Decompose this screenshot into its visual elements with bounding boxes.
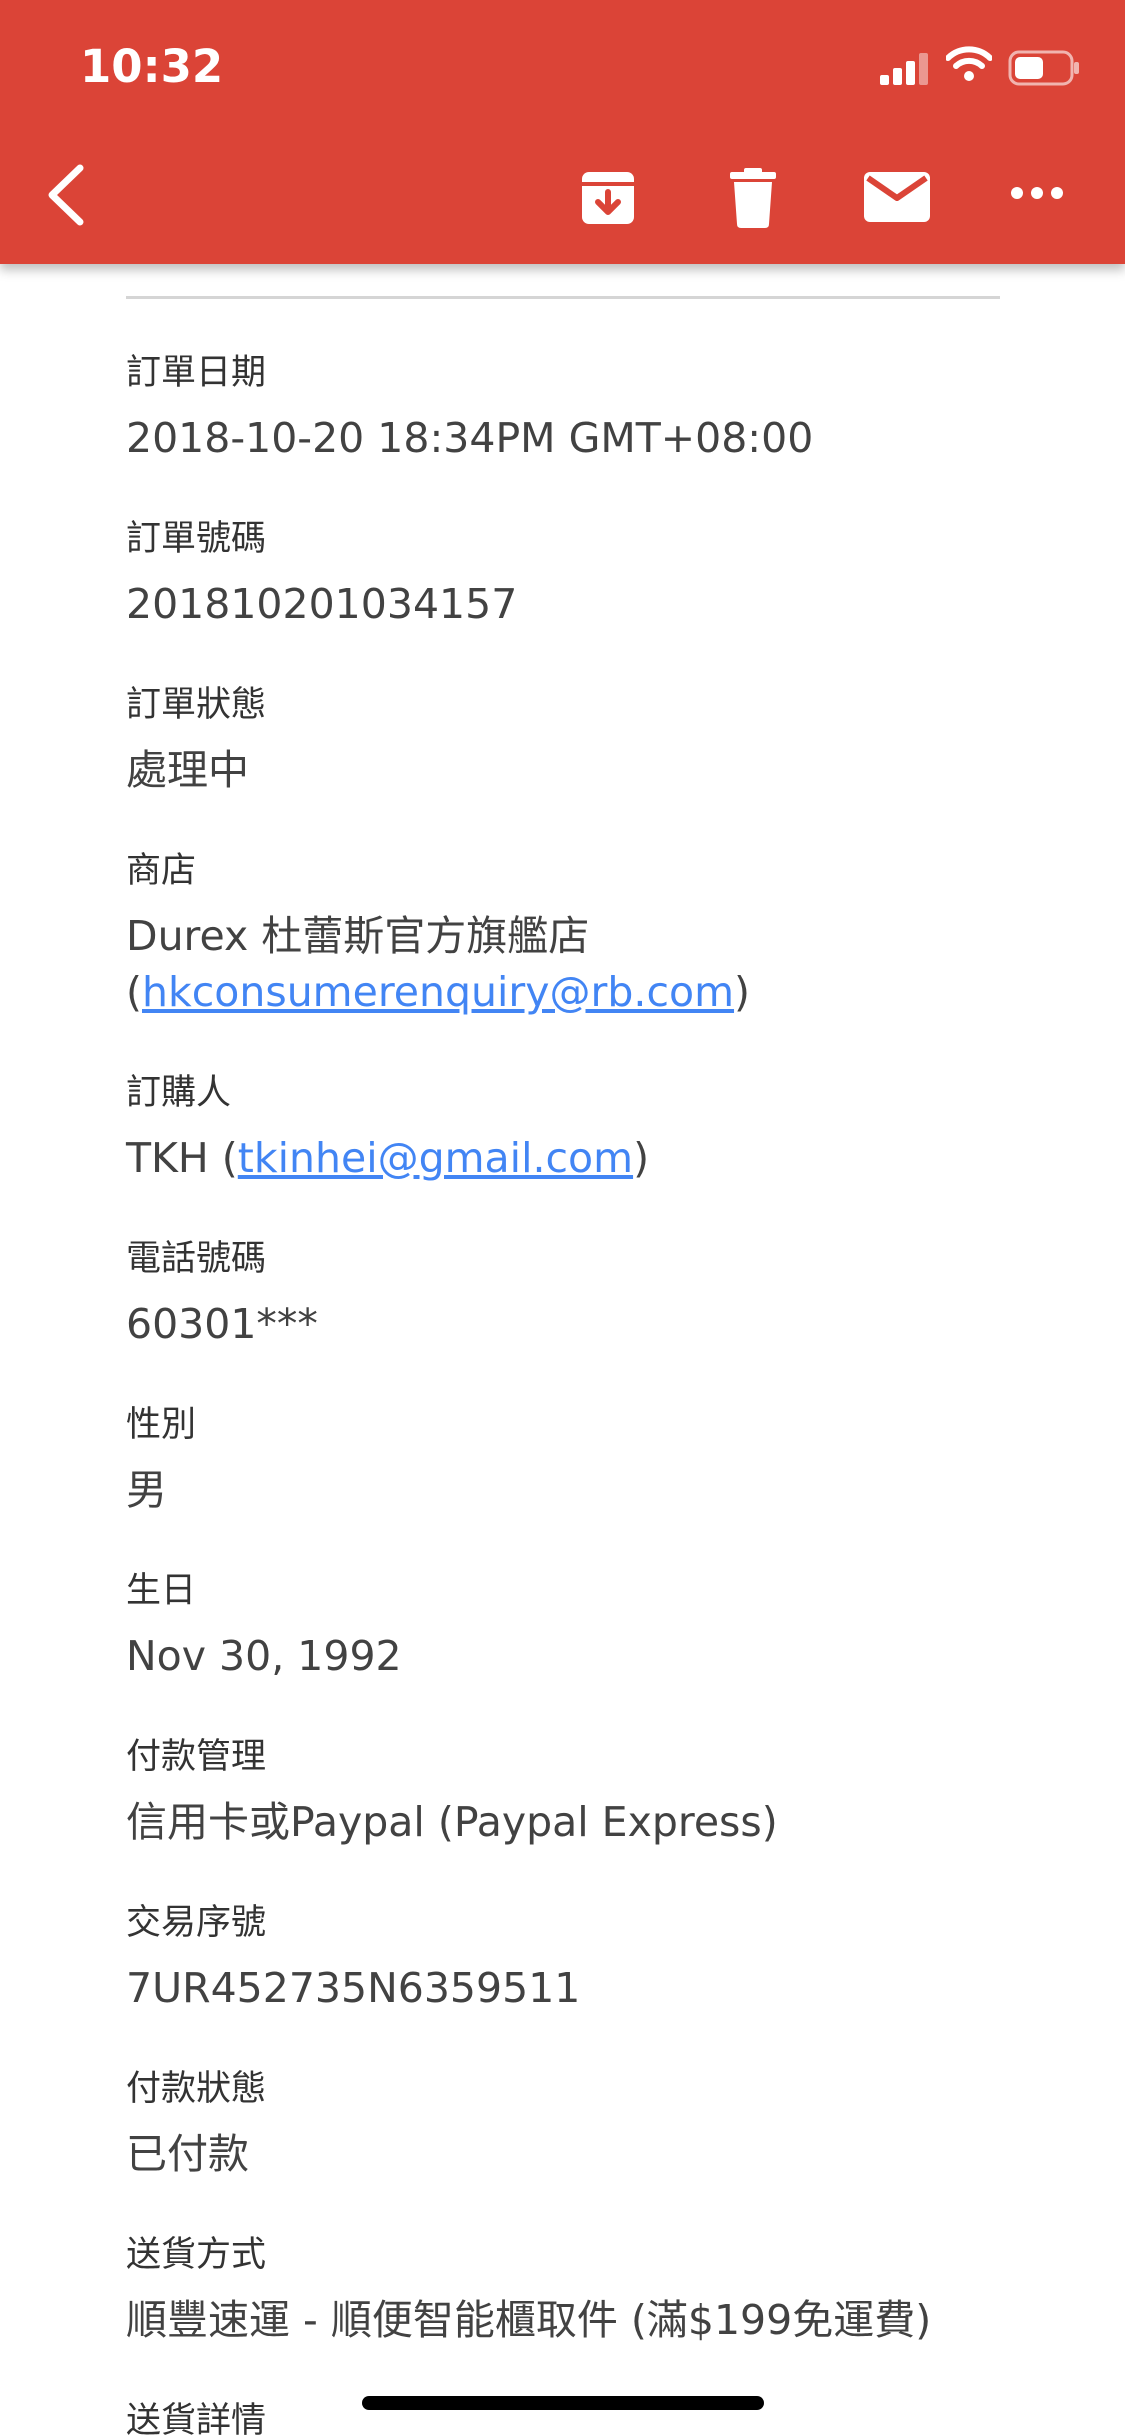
transaction-label: 交易序號: [126, 1903, 267, 1943]
store-email-link[interactable]: hkconsumerenquiry@rb.com: [142, 968, 734, 1016]
birthday-value: Nov 30, 1992: [126, 1632, 402, 1680]
email-body[interactable]: 訂單日期 2018-10-20 18:34PM GMT+08:00 訂單號碼 2…: [0, 264, 1125, 2436]
payment-method-value: 信用卡或Paypal (Paypal Express): [126, 1798, 778, 1846]
back-button[interactable]: [40, 160, 90, 230]
cellular-signal-icon: [880, 53, 928, 85]
home-indicator[interactable]: [362, 2396, 764, 2410]
order-status-value: 處理中: [126, 746, 249, 794]
battery-icon: [1008, 50, 1079, 86]
order-status-label: 訂單狀態: [126, 685, 267, 725]
order-date-label: 訂單日期: [126, 353, 267, 393]
payment-status-value: 已付款: [126, 2130, 249, 2178]
app-header: 10:32: [0, 0, 1125, 264]
archive-button[interactable]: [578, 168, 638, 228]
buyer-line: TKH (tkinhei@gmail.com): [126, 1130, 1026, 1186]
mark-unread-button[interactable]: [864, 172, 930, 222]
payment-method-label: 付款管理: [126, 1737, 267, 1777]
buyer-label: 訂購人: [126, 1073, 232, 1113]
buyer-suffix: ): [633, 1134, 650, 1182]
store-name: Durex 杜蕾斯官方旗艦店: [126, 912, 590, 960]
shipping-method-label: 送貨方式: [126, 2235, 267, 2275]
shipping-method-field: 送貨方式 順豐速運 - 順便智能櫃取件 (滿$199免運費): [126, 2230, 1026, 2348]
payment-status-field: 付款狀態 已付款: [126, 2064, 1026, 2182]
order-date-value: 2018-10-20 18:34PM GMT+08:00: [126, 414, 814, 462]
delete-button[interactable]: [728, 168, 778, 228]
status-time: 10:32: [80, 40, 224, 93]
gender-field: 性別 男: [126, 1400, 1026, 1518]
payment-status-label: 付款狀態: [126, 2069, 267, 2109]
transaction-field: 交易序號 7UR452735N6359511: [126, 1898, 1026, 2016]
order-status-field: 訂單狀態 處理中: [126, 680, 1026, 798]
more-options-button[interactable]: [1010, 186, 1064, 200]
phone-value: 60301***: [126, 1300, 318, 1348]
store-label: 商店: [126, 851, 197, 891]
phone-field: 電話號碼 60301***: [126, 1234, 1026, 1352]
divider: [126, 296, 1000, 299]
order-number-value: 201810201034157: [126, 580, 518, 628]
buyer-email-link[interactable]: tkinhei@gmail.com: [238, 1134, 633, 1182]
transaction-value: 7UR452735N6359511: [126, 1964, 581, 2012]
birthday-field: 生日 Nov 30, 1992: [126, 1566, 1026, 1684]
shipping-method-value: 順豐速運 - 順便智能櫃取件 (滿$199免運費): [126, 2296, 932, 2344]
birthday-label: 生日: [126, 1571, 197, 1611]
order-number-label: 訂單號碼: [126, 519, 267, 559]
gender-label: 性別: [126, 1405, 197, 1445]
wifi-icon: [946, 46, 992, 81]
buyer-field: 訂購人 TKH (tkinhei@gmail.com): [126, 1068, 1026, 1186]
phone-label: 電話號碼: [126, 1239, 267, 1279]
store-email-suffix: ): [734, 968, 751, 1016]
payment-method-field: 付款管理 信用卡或Paypal (Paypal Express): [126, 1732, 1026, 1850]
store-field: 商店 Durex 杜蕾斯官方旗艦店 (hkconsumerenquiry@rb.…: [126, 846, 1026, 1020]
buyer-name: TKH (: [126, 1134, 238, 1182]
order-number-field: 訂單號碼 201810201034157: [126, 514, 1026, 632]
gender-value: 男: [126, 1466, 167, 1514]
store-email-line: (hkconsumerenquiry@rb.com): [126, 964, 1026, 1020]
order-date-field: 訂單日期 2018-10-20 18:34PM GMT+08:00: [126, 348, 1026, 466]
store-email-prefix: (: [126, 968, 142, 1016]
